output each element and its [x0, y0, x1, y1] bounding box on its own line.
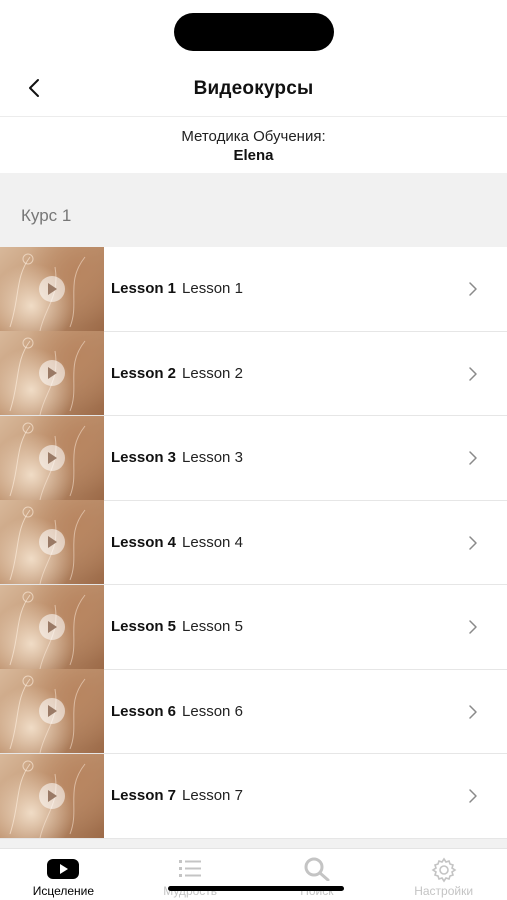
- lesson-row[interactable]: Lesson 1 Lesson 1: [0, 246, 507, 332]
- tab-label: Настройки: [414, 884, 474, 898]
- lesson-number: Lesson 7: [111, 787, 177, 805]
- tab-settings[interactable]: Настройки: [380, 849, 507, 900]
- lesson-label: Lesson 4: [182, 533, 243, 551]
- tab-search[interactable]: Поиск: [254, 849, 381, 900]
- tab-healing[interactable]: Исцеление: [0, 849, 127, 900]
- chevron-right-icon: [469, 535, 477, 550]
- lesson-row[interactable]: Lesson 4 Lesson 4: [0, 500, 507, 585]
- lesson-list: Lesson 1 Lesson 1 Lesson 2 Lesson 2 Lesson 3…: [0, 246, 507, 839]
- page-title: Видеокурсы: [193, 78, 314, 99]
- lesson-title: Lesson 7 Lesson 7: [111, 787, 507, 804]
- author-name: Elena: [233, 147, 274, 164]
- lesson-title: Lesson 4 Lesson 4: [111, 534, 507, 551]
- lesson-title: Lesson 3 Lesson 3: [111, 449, 507, 466]
- lesson-row[interactable]: Lesson 6 Lesson 6: [0, 669, 507, 754]
- dynamic-island: [174, 13, 334, 51]
- lesson-number: Lesson 1: [111, 280, 177, 298]
- lesson-thumbnail: [0, 331, 104, 416]
- chevron-right-icon: [469, 282, 477, 296]
- lesson-row[interactable]: Lesson 2 Lesson 2: [0, 331, 507, 416]
- section-title: Курс 1: [21, 206, 72, 225]
- lesson-number: Lesson 5: [111, 618, 177, 636]
- tab-bar: Исцеление Мудрость Поиск Настройки: [0, 848, 507, 900]
- play-icon: [39, 782, 65, 809]
- chevron-right-icon: [469, 451, 477, 465]
- lesson-thumbnail: [0, 415, 104, 500]
- lesson-thumbnail: [0, 246, 104, 331]
- lesson-label: Lesson 7: [182, 787, 243, 805]
- lesson-row[interactable]: Lesson 7 Lesson 7: [0, 753, 507, 839]
- lesson-label: Lesson 5: [182, 618, 243, 636]
- lesson-number: Lesson 3: [111, 449, 177, 467]
- method-header: Методика Обучения: Elena: [0, 116, 507, 173]
- play-rect-icon: [46, 857, 80, 886]
- lesson-thumbnail: [0, 584, 104, 669]
- method-label: Методика Обучения:: [181, 128, 326, 145]
- chevron-right-icon: [469, 366, 477, 381]
- lesson-number: Lesson 6: [111, 702, 177, 720]
- chevron-right-icon: [469, 704, 477, 719]
- lesson-thumbnail: [0, 500, 104, 585]
- lesson-row[interactable]: Lesson 3 Lesson 3: [0, 415, 507, 501]
- tab-label: Исцеление: [32, 884, 95, 898]
- lesson-title: Lesson 2 Lesson 2: [111, 365, 507, 382]
- chevron-right-icon: [469, 620, 477, 634]
- lesson-label: Lesson 6: [182, 702, 243, 720]
- lesson-thumbnail: [0, 669, 104, 754]
- lesson-title: Lesson 5 Lesson 5: [111, 618, 507, 635]
- lesson-title: Lesson 1 Lesson 1: [111, 280, 507, 297]
- home-indicator: [168, 886, 344, 891]
- chevron-right-icon: [469, 789, 477, 803]
- play-icon: [39, 275, 65, 302]
- lesson-row[interactable]: Lesson 5 Lesson 5: [0, 584, 507, 670]
- play-icon: [39, 613, 65, 640]
- tab-wisdom[interactable]: Мудрость: [127, 849, 254, 900]
- lesson-label: Lesson 2: [182, 364, 243, 382]
- play-icon: [39, 444, 65, 471]
- lesson-number: Lesson 2: [111, 364, 177, 382]
- lesson-thumbnail: [0, 753, 104, 838]
- navigation-bar: Видеокурсы: [0, 60, 507, 116]
- list-icon: [177, 857, 203, 884]
- lesson-label: Lesson 3: [182, 449, 243, 467]
- lesson-title: Lesson 6 Lesson 6: [111, 703, 507, 720]
- search-icon: [304, 857, 330, 886]
- lesson-number: Lesson 4: [111, 533, 177, 551]
- course-section: Курс 1 Lesson 1 Lesson 1 Lesson 2 Lesson 2L…: [0, 173, 507, 848]
- lesson-label: Lesson 1: [182, 280, 243, 298]
